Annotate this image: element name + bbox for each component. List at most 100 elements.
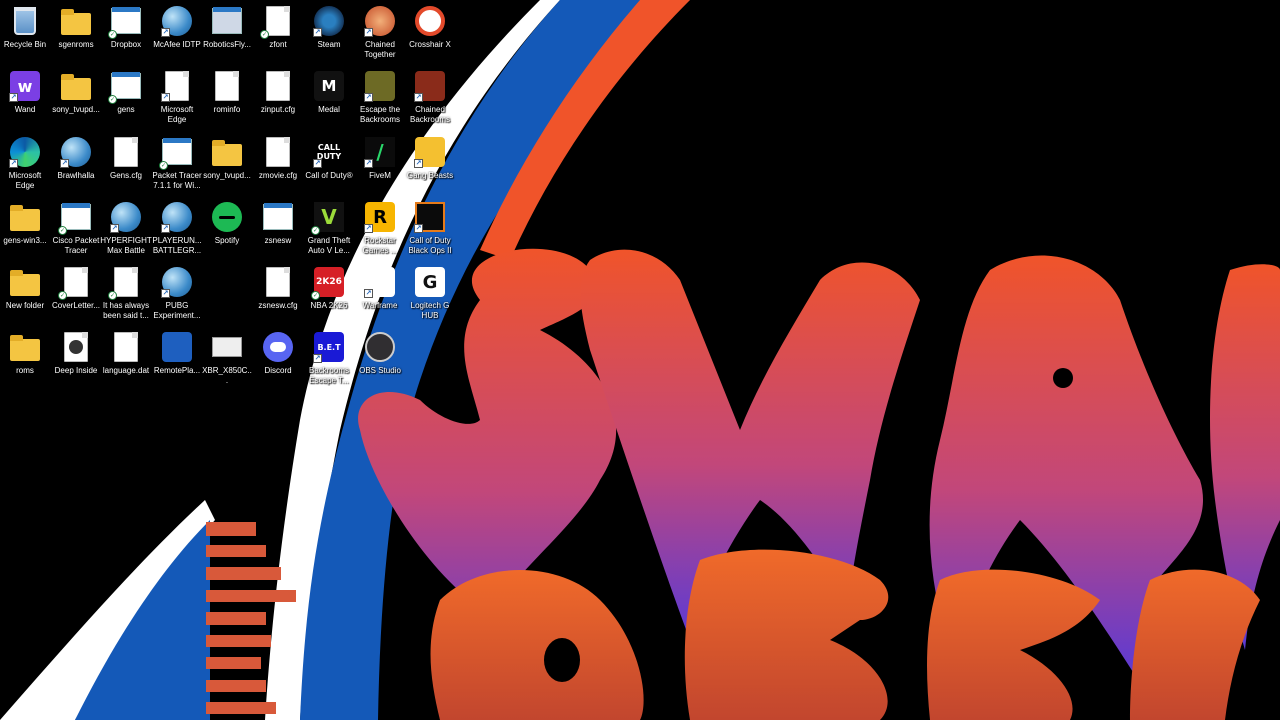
desktop-icon-ms-edge-2[interactable]: ↗ Microsoft Edge: [152, 70, 202, 125]
video-file-icon: [60, 331, 92, 363]
desktop-icon-label: Microsoft Edge: [8, 171, 42, 190]
desktop-icon-new-folder[interactable]: New folder: [0, 266, 50, 311]
desktop-icon-mcafee[interactable]: ↗ McAfee IDTP: [152, 5, 202, 50]
globe-icon: ↗: [110, 201, 142, 233]
desktop-icon-gens-cfg[interactable]: Gens.cfg: [101, 136, 151, 181]
desktop-icon-zfont[interactable]: ✓ zfont: [253, 5, 303, 50]
desktop-icon-deep-inside[interactable]: Deep Inside: [51, 331, 101, 376]
desktop-icon-cisco-packet-tracer[interactable]: ✓ Cisco Packet Tracer: [51, 201, 101, 256]
desktop-icon-sony-tvupd-2[interactable]: sony_tvupd...: [202, 136, 252, 181]
desktop-icon-ms-edge-1[interactable]: ↗ Microsoft Edge: [0, 136, 50, 191]
desktop-icon-roms[interactable]: roms: [0, 331, 50, 376]
desktop-icon-discord[interactable]: Discord: [253, 331, 303, 376]
desktop-icon-label: Microsoft Edge: [160, 105, 194, 124]
desktop-icon-obs-studio[interactable]: OBS Studio: [355, 331, 405, 376]
desktop-icon-hyperfight[interactable]: ↗ HYPERFIGHT Max Battle: [100, 201, 152, 256]
desktop-icon-wand[interactable]: w ↗ Wand: [0, 70, 50, 115]
desktop-icon-label: CoverLetter...: [51, 301, 101, 310]
shortcut-arrow-icon: ↗: [364, 289, 373, 298]
desktop-icon-label: Grand Theft Auto V Le...: [307, 236, 351, 255]
desktop-icon-nba-2k26[interactable]: 2K26 ✓ NBA 2K26: [304, 266, 354, 311]
desktop-icon-zinput-cfg[interactable]: zinput.cfg: [253, 70, 303, 115]
desktop-icon-label: zsnesw: [264, 236, 292, 245]
steam-icon: ↗: [313, 5, 345, 37]
config-file-icon: [110, 136, 142, 168]
shortcut-arrow-icon: ↗: [110, 224, 119, 233]
desktop-icon-rockstar[interactable]: R ↗ Rockstar Games ...: [355, 201, 405, 256]
sync-status-icon: ✓: [58, 226, 67, 235]
shortcut-arrow-icon: ↗: [161, 28, 170, 37]
text-file-icon: ✓: [260, 5, 294, 39]
desktop-icon-cod-black-ops[interactable]: ↗ Call of Duty Black Ops II: [405, 201, 455, 256]
desktop-icon-label: gens-win3...: [3, 236, 47, 245]
desktop-icon-steam[interactable]: ↗ Steam: [304, 5, 354, 50]
shortcut-arrow-icon: ↗: [9, 159, 18, 168]
folder-icon: [9, 266, 41, 298]
sync-status-icon: ✓: [108, 30, 117, 39]
desktop-icon-packet-tracer-711[interactable]: ✓ Packet Tracer 7.1.1 for Wi...: [152, 136, 202, 191]
shortcut-arrow-icon: ↗: [313, 354, 322, 363]
desktop-icon-chained-backrooms[interactable]: ↗ Chained Backrooms: [405, 70, 455, 125]
shortcut-arrow-icon: ↗: [161, 224, 170, 233]
desktop-icon-label: Spotify: [214, 236, 240, 245]
desktop-icon-call-of-duty[interactable]: CALL DUTY ↗ Call of Duty®: [304, 136, 354, 181]
sync-status-icon: ✓: [260, 30, 269, 39]
desktop-icon-chained-together[interactable]: ↗ Chained Together: [355, 5, 405, 60]
desktop-icon-coverletter[interactable]: ✓ CoverLetter...: [51, 266, 101, 311]
desktop-icon-label: Packet Tracer 7.1.1 for Wi...: [152, 171, 202, 190]
shortcut-arrow-icon: ↗: [414, 224, 423, 233]
desktop-icon-gang-beasts[interactable]: ↗ Gang Beasts: [405, 136, 455, 181]
desktop-icon-escape-backrooms[interactable]: ↗ Escape the Backrooms: [355, 70, 405, 125]
image-file-icon: [211, 5, 243, 37]
packet-tracer-icon: ✓: [159, 136, 193, 170]
desktop-icon-logitech-g-hub[interactable]: G Logitech G HUB: [405, 266, 455, 321]
desktop-icon-medal[interactable]: M Medal: [304, 70, 354, 115]
spotify-icon: [211, 201, 243, 233]
crosshair-x-icon: [414, 5, 446, 37]
desktop-icon-label: zsnesw.cfg: [258, 301, 298, 310]
desktop-icon-backrooms-escape[interactable]: B.E.T ↗ Backrooms Escape T...: [304, 331, 354, 386]
desktop-icon-label: PLAYERUN... BATTLEGR...: [152, 236, 202, 255]
desktop-icon-zsnesw[interactable]: zsnesw: [253, 201, 303, 246]
desktop-icon-gta-v[interactable]: V ✓ Grand Theft Auto V Le...: [304, 201, 354, 256]
globe-icon: ↗: [60, 136, 92, 168]
desktop-icon-label: PUBG Experiment...: [153, 301, 201, 320]
desktop-icon-zmovie-cfg[interactable]: zmovie.cfg: [253, 136, 303, 181]
desktop-icon-playerunknown[interactable]: ↗ PLAYERUN... BATTLEGR...: [152, 201, 202, 256]
desktop-icon-sony-tvupd-1[interactable]: sony_tvupd...: [51, 70, 101, 115]
desktop-icon-brawlhalla[interactable]: ↗ Brawlhalla: [51, 136, 101, 181]
desktop-icon-fivem[interactable]: / ↗ FiveM: [355, 136, 405, 181]
desktop-icon-pubg-experiment[interactable]: ↗ PUBG Experiment...: [152, 266, 202, 321]
desktop-icon-spotify[interactable]: Spotify: [202, 201, 252, 246]
document-icon: ✓: [108, 266, 142, 300]
desktop-icon-sgenroms[interactable]: sgenroms: [51, 5, 101, 50]
desktop-icon-crosshair-x[interactable]: Crosshair X: [405, 5, 455, 50]
desktop-icon-remoteplay[interactable]: RemotePla...: [152, 331, 202, 376]
dropbox-icon: ✓: [108, 5, 142, 39]
desktop-icon-label: rominfo: [213, 105, 241, 114]
desktop-icon-recycle-bin[interactable]: Recycle Bin: [0, 5, 50, 50]
desktop-icon-rominfo[interactable]: rominfo: [202, 70, 252, 115]
config-file-icon: [262, 70, 294, 102]
desktop-icon-label: Warframe: [362, 301, 398, 310]
shortcut-arrow-icon: ↗: [9, 93, 18, 102]
shortcut-arrow-icon: ↗: [414, 93, 423, 102]
desktop-icon-label: XBR_X850C...: [202, 366, 252, 385]
desktop-icon-zsnesw-cfg[interactable]: zsnesw.cfg: [253, 266, 303, 311]
desktop-icon-dropbox[interactable]: ✓ Dropbox: [101, 5, 151, 50]
desktop-icon-language-dat[interactable]: language.dat: [101, 331, 151, 376]
desktop-icon-label: Chained Together: [364, 40, 396, 59]
desktop-icon-warframe[interactable]: ↗ Warframe: [355, 266, 405, 311]
obs-studio-icon: [364, 331, 396, 363]
desktop-icon-it-has-always[interactable]: ✓ It has always been said t...: [101, 266, 151, 321]
desktop-icon-gens-win3[interactable]: gens-win3...: [0, 201, 50, 246]
gta-v-icon: V ✓: [311, 201, 345, 235]
desktop-icon-gens[interactable]: ✓ gens: [101, 70, 151, 115]
desktop-icon-roboticsfly[interactable]: RoboticsFly...: [202, 5, 252, 50]
desktop-icon-xbr-x850c[interactable]: XBR_X850C...: [202, 331, 252, 386]
desktop-icon-label: Medal: [318, 105, 340, 114]
sync-status-icon: ✓: [108, 95, 117, 104]
desktop-icon-label: McAfee IDTP: [153, 40, 201, 49]
desktop-icon-label: OBS Studio: [359, 366, 401, 375]
sync-status-icon: ✓: [108, 291, 117, 300]
